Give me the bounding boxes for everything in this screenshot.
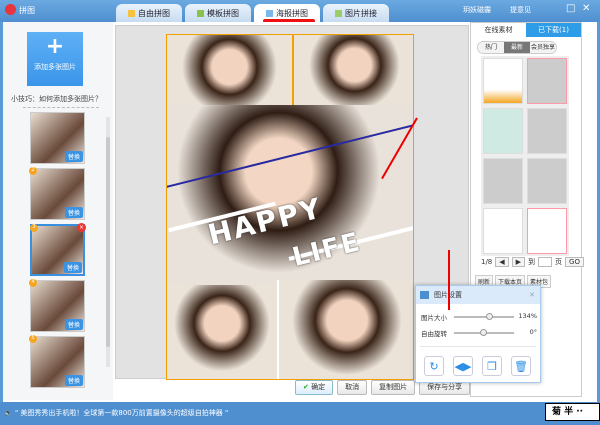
tab-label: 自由拼图 [138, 8, 170, 18]
close-dialog-icon[interactable]: ✕ [529, 286, 535, 304]
rotate-icon[interactable]: ↻ [424, 356, 444, 376]
status-text[interactable]: " 美图秀秀出手机啦！全球第一款800万前置摄像头的超级自拍神器 " [15, 409, 228, 417]
page-unit-label: 页 [555, 258, 563, 266]
app-title: 拼图 [19, 6, 35, 15]
tab-template-collage[interactable]: 模板拼图 [185, 4, 251, 22]
photo-cell[interactable] [167, 35, 292, 115]
filter-group: 热门 最新 会员独享 [477, 41, 557, 54]
prev-page-button[interactable]: ◀ [495, 257, 509, 267]
replace-button[interactable]: 替换 [63, 262, 82, 273]
thumb-number: 5 [29, 335, 37, 343]
scrollbar[interactable] [106, 117, 110, 367]
thumbnail-selected[interactable]: 3 × 替换 [30, 223, 86, 276]
tab-image-stitch[interactable]: 图片拼接 [323, 4, 389, 22]
image-list-panel: + 添加多张图片 小技巧：如何添加多张图片？ 替换 2 替换 3 × 替换 4 替换 5… [3, 22, 113, 400]
thumb-number: 2 [29, 167, 37, 175]
dialog-tools: ↻ ◀▶ ❐ 🗑 [424, 356, 531, 376]
template-item[interactable] [527, 108, 567, 154]
thumbnail[interactable]: 替换 [30, 112, 85, 164]
pager: 1/8 ◀ ▶ 到 页 GO [481, 257, 584, 267]
page-input[interactable] [538, 257, 553, 267]
next-page-button[interactable]: ▶ [511, 257, 526, 267]
page-indicator: 1/8 [481, 258, 493, 266]
rotate-slider-row: 自由旋转 0° [421, 328, 539, 338]
replace-button[interactable]: 替换 [64, 319, 83, 330]
image-icon [420, 291, 429, 299]
thumb-number: 3 [30, 224, 38, 232]
ok-label: 确定 [311, 383, 326, 391]
ok-button[interactable]: ✔ 确定 [295, 380, 334, 395]
size-value: 134% [518, 312, 537, 320]
replace-button[interactable]: 替换 [64, 207, 83, 218]
template-item[interactable] [527, 58, 567, 104]
tab-label: 模板拼图 [207, 8, 239, 18]
template-item[interactable] [527, 158, 567, 204]
size-slider-row: 图片大小 134% [421, 312, 539, 322]
image-settings-dialog: 图片设置✕ 图片大小 134% 自由旋转 0° ↻ ◀▶ ❐ 🗑 [415, 285, 541, 383]
size-slider[interactable] [454, 313, 514, 320]
tab-label: 图片拼接 [345, 8, 377, 18]
tab-downloaded[interactable]: 已下载(1) [526, 23, 581, 37]
go-button[interactable]: GO [565, 257, 584, 267]
filter-new[interactable]: 最新 [504, 42, 530, 53]
app-logo-icon [5, 4, 16, 15]
thumbnail[interactable]: 2 替换 [29, 167, 85, 220]
add-images-button[interactable]: + 添加多张图片 [27, 32, 83, 86]
size-slider-handle[interactable] [486, 313, 493, 320]
copy-image-button[interactable]: 复制图片 [371, 380, 416, 395]
watermark-logo: 菊 半 ·· [545, 403, 600, 421]
add-images-label: 添加多张图片 [34, 63, 76, 71]
check-icon: ✔ [303, 383, 309, 391]
cancel-button[interactable]: 取消 [337, 380, 368, 395]
rotate-value: 0° [529, 328, 537, 336]
plus-icon: + [45, 34, 65, 59]
copy-icon[interactable]: ❐ [482, 356, 502, 376]
red-arrow-annotation [448, 250, 450, 310]
photo-cell[interactable] [292, 35, 413, 110]
filter-vip[interactable]: 会员独享 [530, 42, 556, 53]
replace-button[interactable]: 替换 [64, 375, 83, 386]
template-grid [481, 56, 569, 256]
thumb-number: 4 [29, 279, 37, 287]
thumbnail[interactable]: 5 替换 [29, 335, 85, 388]
thumbnail-list: 替换 2 替换 3 × 替换 4 替换 5 替换 [29, 112, 88, 392]
template-item[interactable] [483, 58, 523, 104]
replace-button[interactable]: 替换 [64, 151, 83, 162]
rotate-label: 自由旋转 [421, 330, 447, 338]
photo-cell[interactable] [277, 280, 413, 379]
divider [23, 107, 99, 108]
speaker-icon: 🔈 [4, 409, 13, 417]
delete-trash-icon[interactable]: 🗑 [511, 356, 531, 376]
user-menu[interactable]: 玥妖磁霾 [463, 5, 491, 15]
template-item[interactable] [483, 158, 523, 204]
maximize-icon[interactable]: □ [566, 3, 575, 14]
tab-free-collage[interactable]: 自由拼图 [116, 4, 182, 22]
tab-label: 海报拼图 [276, 8, 308, 18]
thumbnail[interactable]: 4 替换 [29, 279, 85, 332]
title-bar: 拼图 自由拼图 模板拼图 海报拼图 图片拼接 玥妖磁霾 提意见 □ ✕ [0, 0, 600, 23]
rotate-slider-handle[interactable] [480, 329, 487, 336]
template-item[interactable] [483, 208, 523, 254]
filter-hot[interactable]: 热门 [478, 42, 504, 53]
tip-link[interactable]: 小技巧：如何添加多张图片？ [11, 94, 102, 104]
rotate-slider[interactable] [454, 329, 514, 336]
close-icon[interactable]: ✕ [582, 3, 590, 14]
status-bar: 🔈 " 美图秀秀出手机啦！全球第一款800万前置摄像头的超级自拍神器 " [0, 402, 600, 425]
goto-label: 到 [528, 258, 536, 266]
feedback-link[interactable]: 提意见 [510, 5, 531, 15]
photo-cell[interactable] [167, 285, 277, 379]
delete-icon[interactable]: × [77, 223, 86, 232]
flip-icon[interactable]: ◀▶ [453, 356, 473, 376]
poster-canvas[interactable]: HAPPY LIFE [166, 34, 414, 380]
divider [420, 346, 536, 347]
template-item[interactable] [483, 108, 523, 154]
tab-online-materials[interactable]: 在线素材 [471, 23, 526, 37]
template-item[interactable] [527, 208, 567, 254]
size-label: 图片大小 [421, 314, 447, 322]
